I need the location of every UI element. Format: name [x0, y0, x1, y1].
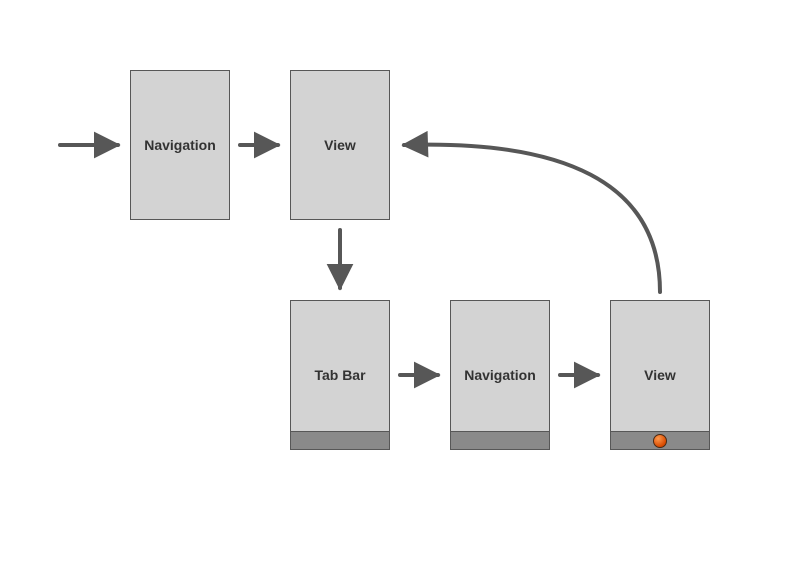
node-label: View [324, 137, 356, 153]
node-label: View [644, 367, 676, 383]
tab-bar-strip [611, 431, 709, 449]
node-label: Tab Bar [314, 367, 365, 383]
tab-bar-strip [291, 431, 389, 449]
arrows-layer [0, 0, 800, 568]
node-tab-bar: Tab Bar [290, 300, 390, 450]
tab-bar-strip [451, 431, 549, 449]
node-navigation-2: Navigation [450, 300, 550, 450]
node-navigation-1: Navigation [130, 70, 230, 220]
diagram-canvas: Navigation View Tab Bar Navigation View [0, 0, 800, 568]
selected-tab-indicator-icon [653, 434, 667, 448]
node-view-1: View [290, 70, 390, 220]
arrow-view2-to-view1 [404, 145, 660, 292]
node-label: Navigation [464, 367, 536, 383]
node-label: Navigation [144, 137, 216, 153]
node-view-2: View [610, 300, 710, 450]
